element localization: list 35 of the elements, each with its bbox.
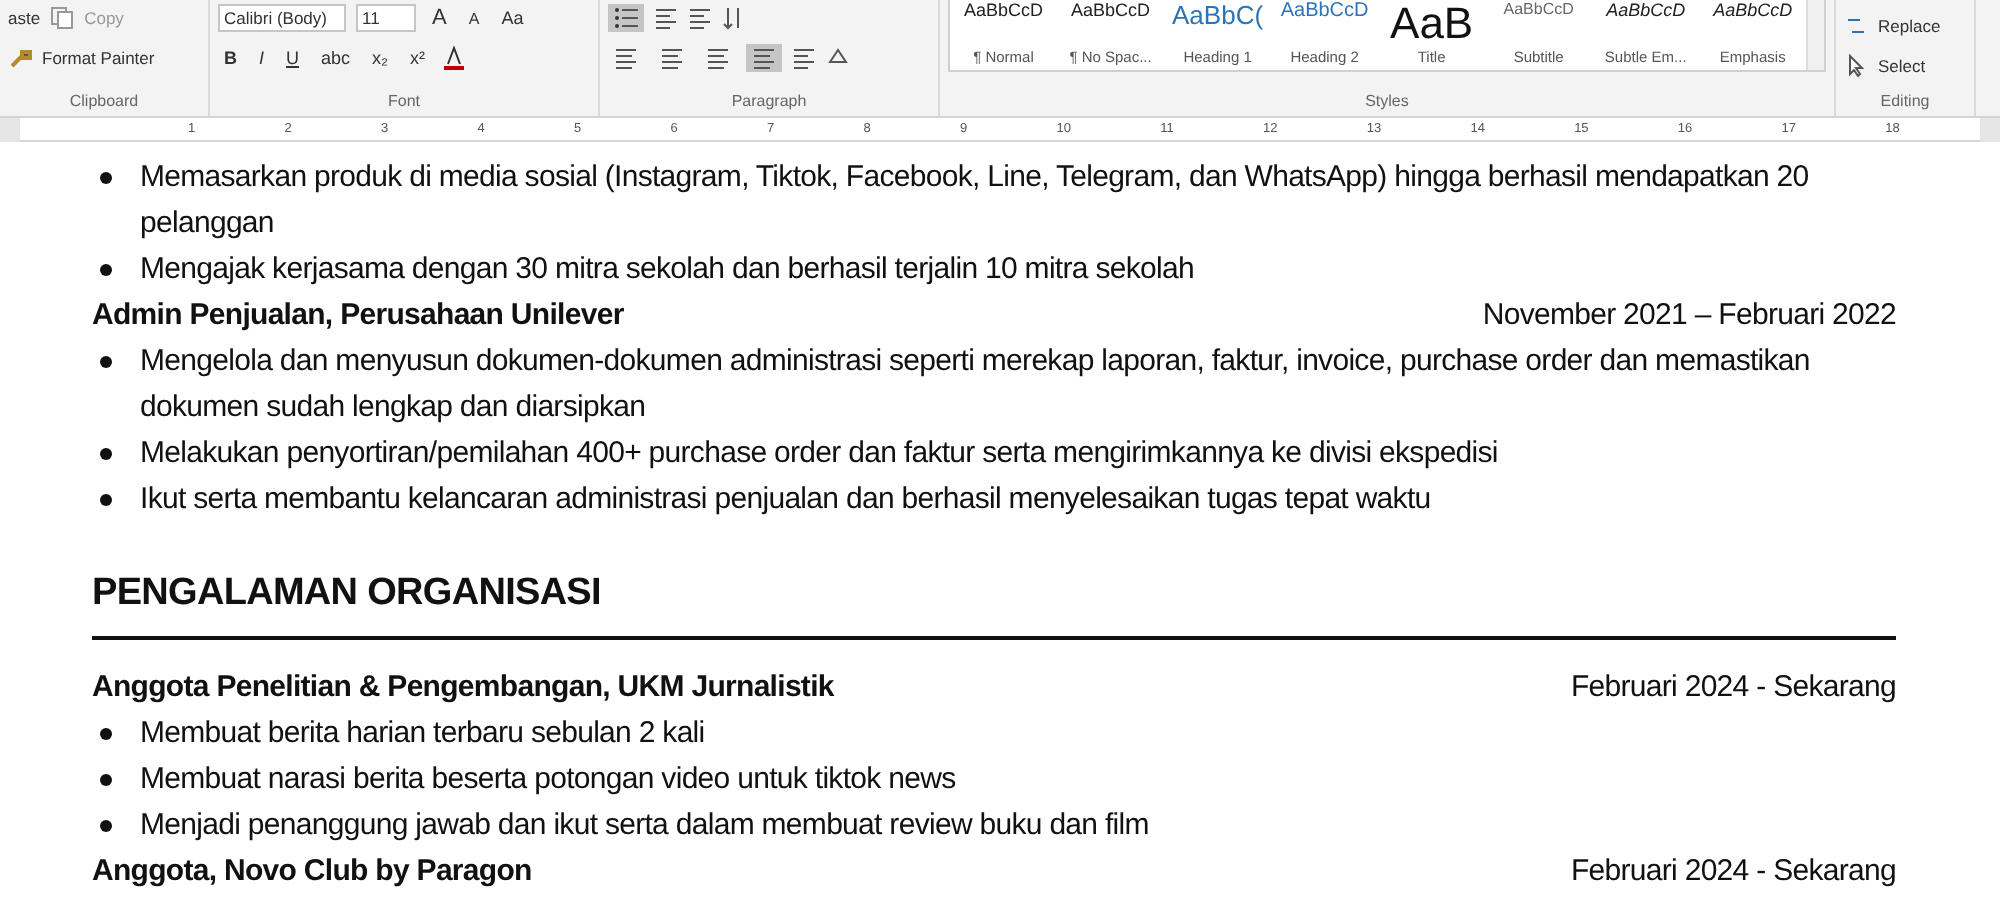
format-button[interactable]: x₂: [366, 46, 395, 70]
format-button[interactable]: abc: [315, 46, 357, 70]
entry-title: Anggota, Novo Club by Paragon: [92, 852, 532, 892]
group-label: Paragraph: [729, 92, 809, 110]
bullet-text: Melakukan penyortiran/pemilahan 400+ purchase order dan faktur serta mengirimkannya ke divisi ekspedisi: [140, 434, 1498, 474]
entry-date: Februari 2024 - Sekarang: [1570, 852, 1896, 892]
grow-font-button[interactable]: A: [426, 4, 453, 32]
entry-title: Admin Penjualan, Perusahaan Unilever: [92, 296, 624, 336]
paste-label[interactable]: aste: [8, 8, 41, 28]
bullet-text: Mengajak kerjasama dengan 30 mitra sekolah dan berhasil terjalin 10 mitra sekolah: [140, 250, 1194, 290]
group-label: Font: [385, 92, 422, 110]
group-label: Editing: [1878, 92, 1932, 110]
select-button[interactable]: Select: [1878, 56, 1926, 76]
bullet-text: Membuat berita harian terbaru sebulan 2 kali: [140, 714, 705, 754]
entry-date: November 2021 – Februari 2022: [1482, 296, 1896, 336]
shrink-font-button[interactable]: A: [462, 7, 486, 29]
group-label: Styles: [1363, 92, 1411, 110]
section-heading: PENGALAMAN ORGANISASI: [92, 522, 1896, 640]
font-name-field[interactable]: Calibri (Body): [218, 4, 346, 32]
entry-title: Anggota Penelitian & Pengembangan, UKM Jurnalistik: [92, 668, 834, 708]
bullet-text: Memasarkan produk di media sosial (Instagram, Tiktok, Facebook, Line, Telegram, dan WhatsApp) hingga berhasil mendapatkan 20 pelanggan: [140, 158, 1811, 244]
format-button[interactable]: x²: [404, 46, 432, 70]
bullet-text: Ikut serta membantu kelancaran administrasi penjualan dan berhasil menyelesaikan tugas tepat waktu: [140, 480, 1431, 520]
change-case-button[interactable]: Aa: [495, 6, 530, 30]
bullet-text: Membuat narasi berita beserta potongan video untuk tiktok news: [140, 760, 956, 800]
format-painter-button[interactable]: Format Painter: [42, 48, 155, 68]
format-button[interactable]: B: [218, 46, 243, 70]
replace-button[interactable]: Replace: [1878, 16, 1941, 36]
group-label: Clipboard: [67, 92, 141, 110]
format-button[interactable]: U: [280, 46, 306, 70]
bullet-text: Mengelola dan menyusun dokumen-dokumen administrasi seperti merekap laporan, faktur, invoice, purchase order dan memastikan dokumen sudah lengkap dan diarsipkan: [140, 342, 1812, 428]
entry-date: Februari 2024 - Sekarang: [1570, 668, 1896, 708]
bullet-text: Menjadi penanggung jawab dan ikut serta dalam membuat review buku dan film: [140, 806, 1149, 846]
format-button[interactable]: I: [253, 46, 271, 70]
font-size-field[interactable]: 11: [356, 4, 416, 32]
